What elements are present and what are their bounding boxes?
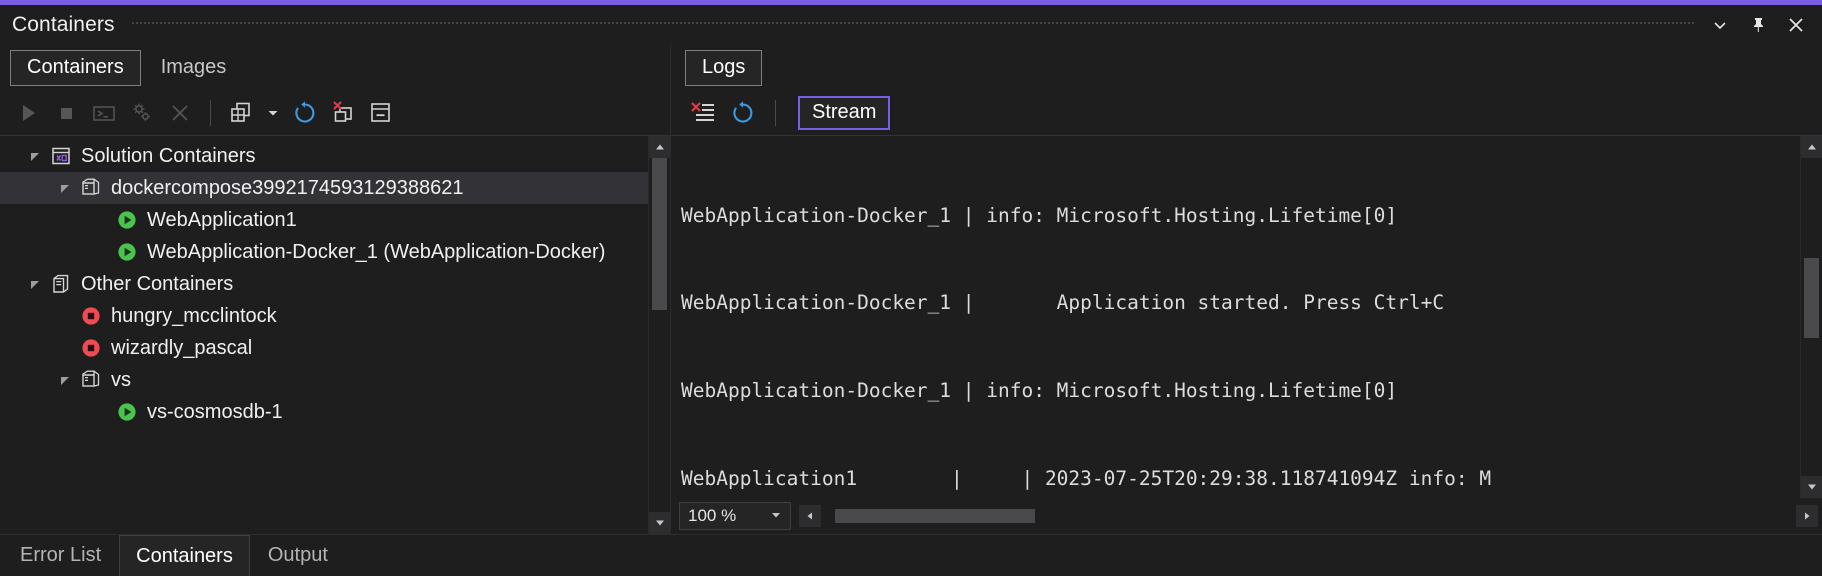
tree-row[interactable]: wizardly_pascal	[0, 332, 648, 364]
log-output-area: WebApplication-Docker_1 | info: Microsof…	[671, 135, 1822, 498]
containers-toolbar	[0, 91, 670, 135]
collapse-all-icon[interactable]	[363, 97, 399, 129]
logs-pane: Logs Stream WebApplication-Docker_1 | in…	[670, 45, 1822, 534]
terminal-icon[interactable]	[86, 97, 122, 129]
scroll-left-button[interactable]	[799, 505, 821, 527]
zoom-level-value: 100 %	[688, 506, 737, 525]
expander-icon[interactable]	[52, 374, 78, 386]
tree-row[interactable]: dockercompose3992174593129388621	[0, 172, 648, 204]
tree-node-label: Solution Containers	[81, 144, 256, 167]
pin-icon[interactable]	[1746, 13, 1770, 37]
log-line: WebApplication1 | | 2023-07-25T20:29:38.…	[681, 467, 1492, 491]
clear-logs-icon[interactable]	[685, 97, 721, 129]
chevron-down-icon[interactable]	[261, 97, 285, 129]
tab-images[interactable]: Images	[145, 51, 243, 85]
tree-node-label: hungry_mcclintock	[111, 304, 277, 327]
tree-row[interactable]: WebApplication1	[0, 204, 648, 236]
log-vertical-scrollbar[interactable]	[1800, 136, 1822, 498]
log-status-bar: 100 %	[671, 498, 1822, 534]
tree-row[interactable]: vs	[0, 364, 648, 396]
view-containers-icon[interactable]	[223, 97, 259, 129]
scroll-track[interactable]	[821, 505, 1796, 527]
tree-node-label: WebApplication1	[147, 208, 297, 231]
tree-node-label: Other Containers	[81, 272, 234, 295]
tree-node-label: wizardly_pascal	[111, 336, 253, 359]
expander-icon[interactable]	[52, 182, 78, 194]
compose-group-icon	[78, 369, 104, 391]
tab-error-list[interactable]: Error List	[4, 535, 117, 576]
container-running-icon	[114, 209, 140, 231]
log-line: WebApplication-Docker_1 | info: Microsof…	[681, 203, 1398, 227]
containers-tool-window: Containers Containers Images Solution Co…	[0, 0, 1822, 576]
start-button[interactable]	[10, 97, 46, 129]
tree-node-label: WebApplication-Docker_1 (WebApplication-…	[147, 240, 606, 263]
expander-icon[interactable]	[22, 278, 48, 290]
drag-handle[interactable]	[130, 18, 1694, 32]
tree-row[interactable]: hungry_mcclintock	[0, 300, 648, 332]
tab-logs[interactable]: Logs	[685, 50, 763, 86]
compose-group-icon	[78, 177, 104, 199]
tree-vertical-scrollbar[interactable]	[648, 136, 670, 534]
logs-tabstrip: Logs	[671, 45, 1822, 91]
scroll-track[interactable]	[1801, 158, 1822, 476]
refresh-logs-icon[interactable]	[725, 97, 761, 129]
expander-icon[interactable]	[22, 150, 48, 162]
containers-tabstrip: Containers Images	[0, 45, 670, 91]
tree-row[interactable]: Solution Containers	[0, 140, 648, 172]
tree-row[interactable]: vs-cosmosdb-1	[0, 396, 648, 428]
prune-containers-icon[interactable]	[325, 97, 361, 129]
containers-tree-container: Solution Containers dockercompose3992174…	[0, 135, 670, 534]
container-running-icon	[114, 241, 140, 263]
scroll-track[interactable]	[649, 158, 670, 512]
delete-x-icon[interactable]	[162, 97, 198, 129]
document-well-tabs: Error List Containers Output	[0, 534, 1822, 576]
toolbar-separator	[775, 100, 776, 126]
container-stopped-icon	[78, 305, 104, 327]
stop-button[interactable]	[48, 97, 84, 129]
chevron-down-icon[interactable]	[1708, 13, 1732, 37]
log-line: WebApplication-Docker_1 | info: Microsof…	[681, 379, 1398, 403]
logs-toolbar: Stream	[671, 91, 1822, 135]
scroll-thumb[interactable]	[652, 158, 667, 310]
zoom-level-combobox[interactable]: 100 %	[679, 502, 791, 530]
log-output[interactable]: WebApplication-Docker_1 | info: Microsof…	[671, 136, 1800, 498]
close-icon[interactable]	[1784, 13, 1808, 37]
tree-row[interactable]: WebApplication-Docker_1 (WebApplication-…	[0, 236, 648, 268]
stream-button[interactable]: Stream	[798, 96, 891, 130]
tool-window-body: Containers Images Solution Containers do…	[0, 45, 1822, 534]
scroll-down-button[interactable]	[649, 512, 670, 534]
scroll-up-button[interactable]	[649, 136, 670, 158]
tree-node-label: vs-cosmosdb-1	[147, 400, 283, 423]
tree-node-label: dockercompose3992174593129388621	[111, 176, 464, 199]
container-running-icon	[114, 401, 140, 423]
solution-containers-icon	[48, 145, 74, 167]
log-horizontal-scrollbar[interactable]	[799, 505, 1818, 527]
toolbar-separator	[210, 100, 211, 126]
tool-window-titlebar: Containers	[0, 5, 1822, 45]
scroll-thumb[interactable]	[1804, 258, 1819, 338]
chevron-down-icon[interactable]	[770, 506, 782, 526]
container-stopped-icon	[78, 337, 104, 359]
containers-tree[interactable]: Solution Containers dockercompose3992174…	[0, 136, 648, 534]
container-box-icon	[48, 273, 74, 295]
scroll-up-button[interactable]	[1801, 136, 1822, 158]
tab-containers[interactable]: Containers	[10, 50, 141, 86]
containers-pane: Containers Images Solution Containers do…	[0, 45, 670, 534]
refresh-icon[interactable]	[287, 97, 323, 129]
tool-window-title: Containers	[12, 13, 115, 36]
tree-node-label: vs	[111, 368, 131, 391]
settings-gears-icon[interactable]	[124, 97, 160, 129]
titlebar-buttons	[1708, 13, 1814, 37]
scroll-down-button[interactable]	[1801, 476, 1822, 498]
log-line: WebApplication-Docker_1 | Application st…	[681, 291, 1445, 315]
scroll-right-button[interactable]	[1796, 505, 1818, 527]
tab-containers-bottom[interactable]: Containers	[119, 535, 250, 576]
scroll-thumb[interactable]	[835, 509, 1035, 523]
tab-output[interactable]: Output	[252, 535, 344, 576]
tree-row[interactable]: Other Containers	[0, 268, 648, 300]
